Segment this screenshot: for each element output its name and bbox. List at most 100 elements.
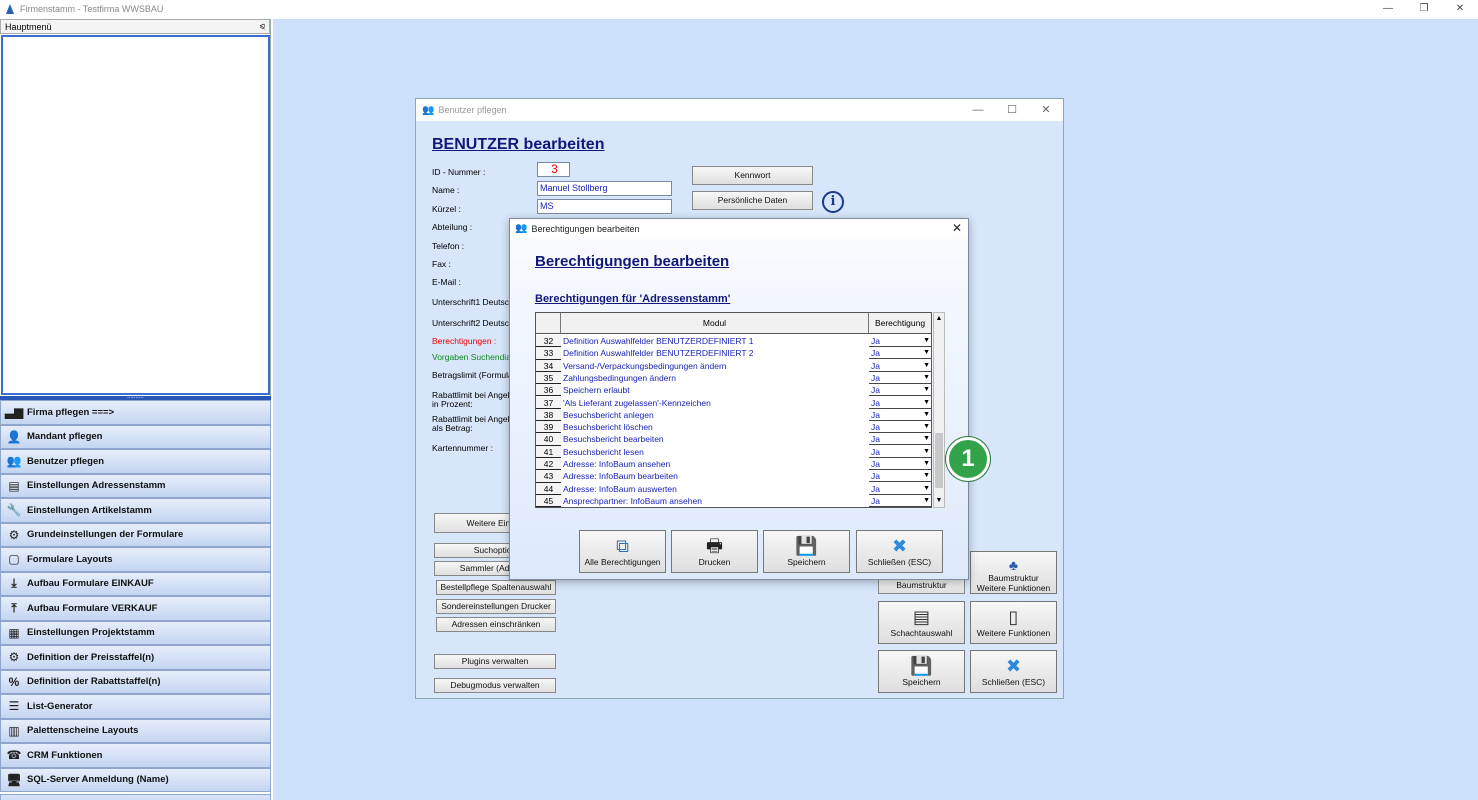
dropdown-arrow-icon[interactable]: ▼ — [923, 483, 930, 495]
menu-item-11[interactable]: % Definition der Rabattstaffel(n) — [0, 669, 271, 694]
table-row[interactable]: 42 Adresse: InfoBaum ansehen Ja ▼ — [536, 458, 931, 471]
berechtigung-select[interactable]: Ja ▼ — [869, 433, 931, 446]
persoenliche-daten-button[interactable]: Persönliche Daten — [692, 191, 813, 210]
table-row[interactable]: 35 Zahlungsbedingungen ändern Ja ▼ — [536, 371, 931, 385]
dropdown-arrow-icon[interactable]: ▼ — [923, 347, 930, 359]
table-row[interactable]: 40 Besuchsbericht bearbeiten Ja ▼ — [536, 433, 931, 446]
scroll-down-arrow-icon[interactable]: ▼ — [934, 495, 944, 507]
main-menu-footer[interactable]: » — [0, 794, 271, 800]
info-icon[interactable]: i — [822, 191, 844, 213]
berechtigung-select[interactable]: Ja ▼ — [869, 397, 931, 409]
table-row[interactable]: 38 Besuchsbericht anlegen Ja ▼ — [536, 408, 931, 422]
menu-item-5[interactable]: ⚙ Grundeinstellungen der Formulare — [0, 522, 271, 547]
plugins-verwalten-button[interactable]: Plugins verwalten — [434, 654, 556, 669]
table-row[interactable]: 41 Besuchsbericht lesen Ja ▼ — [536, 445, 931, 458]
schachtauswahl-button[interactable]: ▤ Schachtauswahl — [878, 601, 965, 644]
menu-item-1[interactable]: 👤 Mandant pflegen — [0, 424, 271, 449]
berechtigung-select[interactable]: Ja ▼ — [869, 384, 931, 397]
grid-scrollbar[interactable]: ▲ ▼ — [933, 312, 945, 508]
dropdown-arrow-icon[interactable]: ▼ — [923, 409, 930, 421]
dropdown-arrow-icon[interactable]: ▼ — [923, 433, 930, 445]
menu-item-13[interactable]: ▥ Palettenscheine Layouts — [0, 718, 271, 743]
kennwort-button[interactable]: Kennwort — [692, 166, 813, 185]
berechtigung-column-header[interactable]: Berechtigung — [869, 313, 931, 334]
berechtigung-value: Ja — [871, 446, 880, 457]
dropdown-arrow-icon[interactable]: ▼ — [923, 446, 930, 458]
drucken-button[interactable]: 🖶 Drucken — [671, 530, 758, 573]
speichern-button[interactable]: 💾 Speichern — [878, 650, 965, 693]
kuerzel-field[interactable]: MS — [537, 199, 672, 214]
kartennummer-label: Kartennummer : — [432, 443, 493, 453]
menu-item-12[interactable]: ☰ List-Generator — [0, 694, 271, 719]
table-row[interactable]: 34 Versand-/Verpackungsbedingungen ändern… — [536, 359, 931, 372]
dialog-speichern-button[interactable]: 💾 Speichern — [763, 530, 850, 573]
benutzer-minimize-button[interactable]: — — [961, 99, 995, 121]
menu-item-4[interactable]: 🔧 Einstellungen Artikelstamm — [0, 498, 271, 523]
scrollbar-thumb[interactable] — [935, 433, 943, 488]
berechtigung-select[interactable]: Ja ▼ — [869, 458, 931, 470]
permissions-grid[interactable]: Modul Berechtigung 32 Definition Auswahlf… — [535, 312, 932, 508]
dropdown-arrow-icon[interactable]: ▼ — [923, 372, 930, 384]
table-row[interactable]: 44 Adresse: InfoBaum auswerten Ja ▼ — [536, 482, 931, 495]
dialog-schliessen-button[interactable]: ✖ Schließen (ESC) — [856, 530, 943, 573]
table-row[interactable]: 37 'Als Lieferant zugelassen'-Kennzeichen… — [536, 396, 931, 409]
berechtigung-select[interactable]: Ja ▼ — [869, 335, 931, 347]
table-row[interactable]: 33 Definition Auswahlfelder BENUTZERDEFIN… — [536, 347, 931, 360]
berechtigung-select[interactable]: Ja ▼ — [869, 347, 931, 360]
menu-item-10[interactable]: ⚙ Definition der Preisstaffel(n) — [0, 645, 271, 670]
table-row[interactable]: 43 Adresse: InfoBaum bearbeiten Ja ▼ — [536, 470, 931, 483]
rabatt-betrag-label-2: als Betrag: — [432, 423, 473, 433]
menu-item-0[interactable]: ▃▆ Firma pflegen ===> — [0, 400, 271, 425]
berechtigung-select[interactable]: Ja ▼ — [869, 409, 931, 421]
menu-item-2[interactable]: 👥 Benutzer pflegen — [0, 449, 271, 474]
sondereinstellungen-drucker-button[interactable]: Sondereinstellungen Drucker — [436, 599, 556, 614]
dropdown-arrow-icon[interactable]: ▼ — [923, 397, 930, 409]
berechtigung-select[interactable]: Ja ▼ — [869, 470, 931, 483]
menu-item-14[interactable]: ☎ CRM Funktionen — [0, 743, 271, 768]
benutzer-close-button[interactable]: ✕ — [1029, 99, 1063, 121]
dropdown-arrow-icon[interactable]: ▼ — [923, 384, 930, 396]
dropdown-arrow-icon[interactable]: ▼ — [923, 495, 930, 507]
name-field[interactable]: Manuel Stollberg — [537, 181, 672, 196]
close-button[interactable]: ✕ — [1442, 0, 1478, 18]
dropdown-arrow-icon[interactable]: ▼ — [923, 470, 930, 482]
benutzer-maximize-button[interactable]: ☐ — [995, 99, 1029, 121]
dropdown-arrow-icon[interactable]: ▼ — [923, 421, 930, 433]
berechtigung-select[interactable]: Ja ▼ — [869, 360, 931, 372]
menu-item-8[interactable]: ⤒ Aufbau Formulare VERKAUF — [0, 596, 271, 621]
main-menu-tree-area[interactable] — [1, 35, 270, 395]
table-row[interactable]: 32 Definition Auswahlfelder BENUTZERDEFIN… — [536, 335, 931, 348]
dropdown-arrow-icon[interactable]: ▼ — [923, 458, 930, 470]
berechtigung-select[interactable]: Ja ▼ — [869, 483, 931, 495]
modul-column-header[interactable]: Modul — [561, 313, 869, 334]
menu-item-9[interactable]: ▦ Einstellungen Projektstamm — [0, 620, 271, 645]
berechtigung-select[interactable]: Ja ▼ — [869, 495, 931, 507]
unterschrift2-label: Unterschrift2 Deutsch — [432, 318, 514, 328]
alle-berechtigungen-button[interactable]: ⧉ Alle Berechtigungen — [579, 530, 666, 573]
berechtigung-select[interactable]: Ja ▼ — [869, 446, 931, 458]
adressen-einschraenken-button[interactable]: Adressen einschränken — [436, 617, 556, 632]
table-row[interactable]: 45 Ansprechpartner: InfoBaum ansehen Ja ▼ — [536, 494, 931, 508]
dropdown-arrow-icon[interactable]: ▼ — [923, 335, 930, 347]
table-row[interactable]: 39 Besuchsbericht löschen Ja ▼ — [536, 421, 931, 434]
pin-icon[interactable]: ⪨ — [260, 21, 265, 32]
minimize-button[interactable]: — — [1370, 0, 1406, 18]
schliessen-button[interactable]: ✖ Schließen (ESC) — [970, 650, 1057, 693]
dialog-close-button[interactable]: ✕ — [952, 221, 962, 235]
weitere-funktionen-button[interactable]: ▯ Weitere Funktionen — [970, 601, 1057, 644]
scroll-up-arrow-icon[interactable]: ▲ — [934, 313, 944, 325]
id-label: ID - Nummer : — [432, 167, 486, 177]
menu-item-15[interactable]: 🖥 SQL-Server Anmeldung (Name) — [0, 767, 271, 792]
dropdown-arrow-icon[interactable]: ▼ — [923, 360, 930, 372]
berechtigung-select[interactable]: Ja ▼ — [869, 372, 931, 384]
berechtigung-select[interactable]: Ja ▼ — [869, 421, 931, 434]
menu-item-6[interactable]: ▢ Formulare Layouts — [0, 547, 271, 572]
menu-item-3[interactable]: ▤ Einstellungen Adressenstamm — [0, 473, 271, 498]
baumstruktur-weitere-button[interactable]: ♣ Baumstruktur Weitere Funktionen — [970, 551, 1057, 594]
debugmodus-verwalten-button[interactable]: Debugmodus verwalten — [434, 678, 556, 693]
bestellpflege-button[interactable]: Bestellpflege Spaltenauswahl — [436, 580, 556, 595]
table-row[interactable]: 36 Speichern erlaubt Ja ▼ — [536, 384, 931, 397]
menu-item-7[interactable]: ⤓ Aufbau Formulare EINKAUF — [0, 571, 271, 596]
restore-button[interactable]: ❐ — [1406, 0, 1442, 18]
modul-cell: Adresse: InfoBaum ansehen — [563, 459, 671, 469]
